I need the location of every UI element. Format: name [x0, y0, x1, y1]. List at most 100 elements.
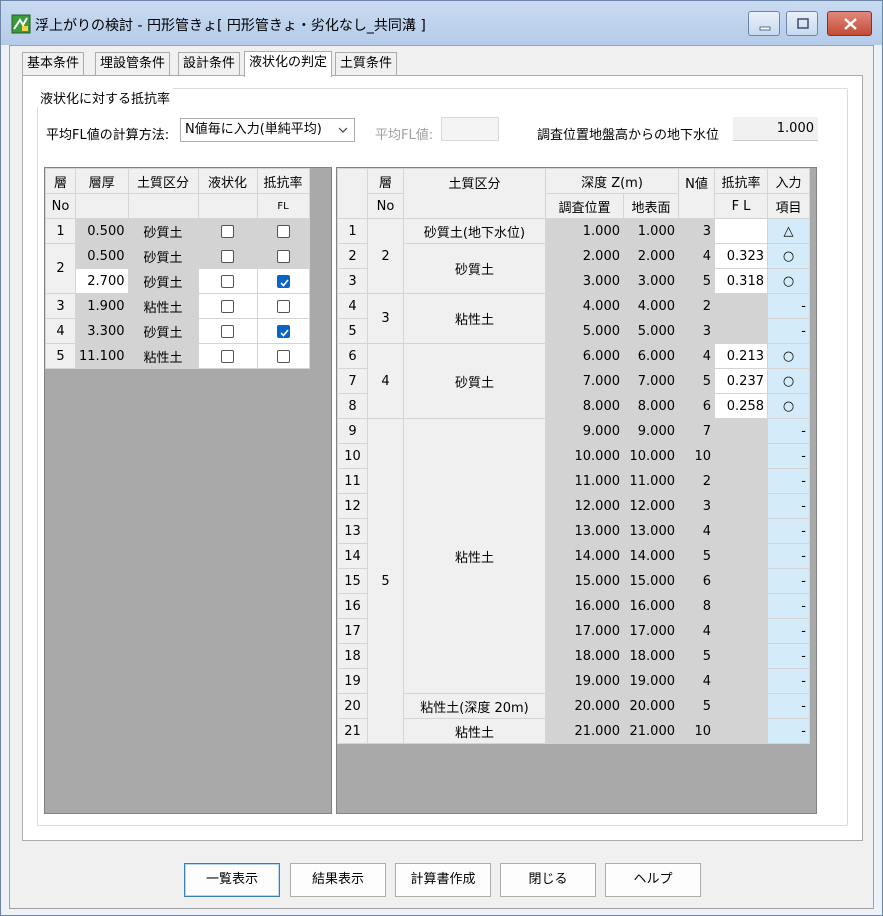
resistance-checkbox[interactable]: [276, 324, 290, 338]
thickness-cell[interactable]: 1.900: [75, 293, 129, 319]
col-header-liquefaction: 液状化: [197, 168, 258, 194]
row-index-cell: 9: [337, 418, 368, 444]
resistance-checkbox[interactable]: [276, 299, 290, 313]
resistance-fl-cell[interactable]: 0.258: [714, 393, 768, 419]
input-item-cell[interactable]: -: [767, 518, 810, 544]
thickness-cell[interactable]: 0.500: [75, 218, 129, 244]
tab-buried-pipe-conditions[interactable]: 埋設管条件: [95, 52, 171, 76]
resistance-fl-cell[interactable]: 0.213: [714, 343, 768, 369]
input-item-cell[interactable]: -: [767, 468, 810, 494]
input-item-cell[interactable]: -: [767, 718, 810, 744]
thickness-cell[interactable]: 11.100: [75, 343, 129, 369]
resistance-fl-cell[interactable]: [714, 693, 768, 719]
input-item-cell[interactable]: -: [767, 693, 810, 719]
resistance-fl-cell[interactable]: [714, 568, 768, 594]
input-item-cell[interactable]: -: [767, 593, 810, 619]
resistance-fl-cell[interactable]: [714, 518, 768, 544]
input-item-cell[interactable]: -: [767, 418, 810, 444]
input-item-cell[interactable]: -: [767, 618, 810, 644]
soil-cell[interactable]: 砂質土: [127, 243, 199, 269]
resistance-fl-cell[interactable]: [714, 618, 768, 644]
liquefaction-checkbox[interactable]: [221, 324, 234, 338]
thickness-cell[interactable]: 0.500: [75, 243, 129, 269]
maximize-button[interactable]: [786, 11, 818, 36]
liquefaction-checkbox[interactable]: [221, 274, 234, 288]
liquefaction-checkbox[interactable]: [221, 299, 234, 313]
tab-design-conditions[interactable]: 設計条件: [178, 52, 241, 76]
resistance-fl-cell[interactable]: 0.323: [714, 243, 768, 269]
resistance-fl-cell[interactable]: 0.318: [714, 268, 768, 294]
thickness-cell[interactable]: 2.700: [75, 268, 129, 294]
resistance-fl-cell[interactable]: [714, 293, 768, 319]
liquefaction-checkbox[interactable]: [221, 349, 234, 363]
input-item-cell[interactable]: -: [767, 318, 810, 344]
resistance-fl-cell[interactable]: 0.237: [714, 368, 768, 394]
input-item-cell[interactable]: -: [767, 293, 810, 319]
liquefaction-checkbox-cell: [197, 293, 258, 319]
table-row: 3 1.900 粘性土: [45, 293, 310, 319]
liquefaction-checkbox[interactable]: [221, 224, 234, 238]
resistance-checkbox[interactable]: [276, 249, 290, 263]
soil-cell[interactable]: 砂質土: [127, 218, 199, 244]
survey-depth-cell: 4.000: [545, 293, 624, 319]
result-view-button[interactable]: 結果表示: [290, 863, 386, 897]
resistance-checkbox[interactable]: [276, 349, 290, 363]
soil-cell[interactable]: 砂質土: [127, 318, 199, 344]
soil-cell[interactable]: 粘性土: [127, 293, 199, 319]
input-item-cell[interactable]: -: [767, 493, 810, 519]
input-item-cell[interactable]: ○: [767, 268, 810, 294]
surface-depth-cell: 16.000: [623, 593, 679, 619]
resistance-checkbox[interactable]: [276, 224, 290, 238]
app-window: 浮上がりの検討 - 円形管きょ[ 円形管きょ・劣化なし_共同溝 ] 基本条件 埋…: [0, 0, 883, 916]
close-window-button[interactable]: [827, 11, 872, 36]
report-create-button[interactable]: 計算書作成: [395, 863, 491, 897]
groundwater-input[interactable]: 1.000: [733, 117, 818, 141]
calc-method-select[interactable]: N値毎に入力(単純平均): [180, 118, 355, 142]
minimize-button[interactable]: [748, 11, 780, 36]
title-bar[interactable]: 浮上がりの検討 - 円形管きょ[ 円形管きょ・劣化なし_共同溝 ]: [1, 1, 882, 45]
resistance-fl-cell[interactable]: [714, 668, 768, 694]
input-item-cell[interactable]: ○: [767, 343, 810, 369]
n-value-cell: 4: [678, 518, 715, 544]
n-value-cell: 4: [678, 618, 715, 644]
soil-cell[interactable]: 砂質土: [127, 268, 199, 294]
tab-basic-conditions[interactable]: 基本条件: [22, 52, 85, 76]
close-button[interactable]: 閉じる: [500, 863, 596, 897]
help-button[interactable]: ヘルプ: [605, 863, 701, 897]
input-item-cell[interactable]: -: [767, 668, 810, 694]
input-item-cell[interactable]: -: [767, 543, 810, 569]
input-item-cell[interactable]: -: [767, 568, 810, 594]
resistance-fl-cell[interactable]: [714, 643, 768, 669]
thickness-cell[interactable]: 3.300: [75, 318, 129, 344]
app-icon: [11, 14, 31, 34]
resistance-fl-cell[interactable]: [714, 543, 768, 569]
resistance-checkbox[interactable]: [276, 274, 290, 288]
input-item-cell[interactable]: -: [767, 443, 810, 469]
input-item-cell[interactable]: -: [767, 643, 810, 669]
row-index-cell: 20: [337, 693, 368, 719]
tab-liquefaction-judgment[interactable]: 液状化の判定: [244, 51, 333, 77]
input-item-cell[interactable]: ○: [767, 243, 810, 269]
resistance-fl-cell[interactable]: [714, 468, 768, 494]
resistance-fl-cell[interactable]: [714, 718, 768, 744]
liquefaction-checkbox[interactable]: [221, 249, 234, 263]
resistance-fl-cell[interactable]: [714, 593, 768, 619]
input-item-cell[interactable]: ○: [767, 368, 810, 394]
col-header-blank: [197, 193, 258, 219]
resistance-fl-cell[interactable]: [714, 493, 768, 519]
list-view-button[interactable]: 一覧表示: [184, 863, 280, 897]
table-row: 1 2 砂質土(地下水位) 1.000 1.000 3 △: [337, 218, 810, 294]
surface-depth-cell: 4.000: [623, 293, 679, 319]
surface-depth-cell: 17.000: [623, 618, 679, 644]
surface-depth-cell: 21.000: [623, 718, 679, 744]
soil-cell[interactable]: 粘性土: [127, 343, 199, 369]
resistance-fl-cell[interactable]: [714, 218, 768, 244]
resistance-fl-cell[interactable]: [714, 443, 768, 469]
col-header-fl: F L: [714, 193, 768, 219]
n-value-cell: 4: [678, 668, 715, 694]
tab-soil-conditions[interactable]: 土質条件: [335, 52, 398, 76]
resistance-fl-cell[interactable]: [714, 318, 768, 344]
input-item-cell[interactable]: △: [767, 218, 810, 244]
input-item-cell[interactable]: ○: [767, 393, 810, 419]
resistance-fl-cell[interactable]: [714, 418, 768, 444]
